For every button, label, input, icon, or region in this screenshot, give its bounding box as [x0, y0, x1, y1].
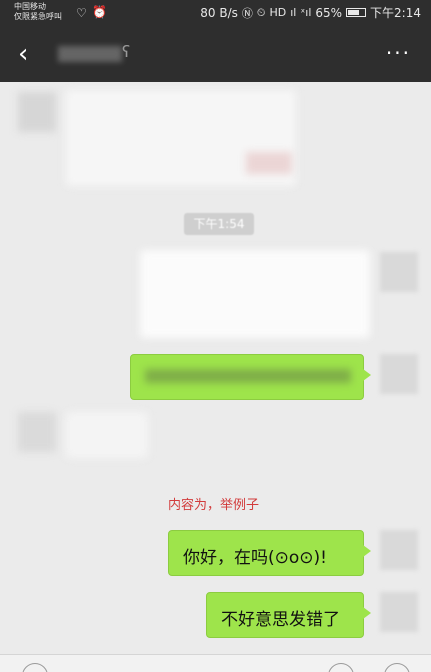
no-signal-icon: ˣıl [300, 6, 312, 19]
timestamp-chip: 下午1:54 [184, 213, 254, 235]
battery-icon [346, 8, 367, 17]
my-avatar [380, 530, 418, 570]
alarm-clock-icon: ⏲ [256, 5, 266, 19]
carrier-info: 中国移动 仅限紧急呼叫 [14, 2, 62, 22]
status-bar: 中国移动 仅限紧急呼叫 ♡ ⏰ 80 B/s Ⓝ ⏲ HD ıl ˣıl 65%… [0, 0, 431, 26]
status-indicators: 80 B/s Ⓝ ⏲ HD ıl ˣıl 65% 下午2:14 [200, 4, 421, 21]
nfc-icon: Ⓝ [241, 6, 253, 20]
clock: 下午2:14 [370, 6, 421, 20]
alarm-icon: ⏰ [92, 5, 107, 19]
message-text: 你好，在吗(⊙o⊙)! [183, 548, 327, 568]
network-speed: 80 B/s [200, 5, 238, 20]
card-thumbnail-blurred [246, 152, 292, 174]
hd-icon: HD [269, 6, 287, 19]
battery-percent: 65% [315, 5, 343, 20]
voice-toggle-icon[interactable] [22, 663, 48, 672]
incoming-bubble-blurred[interactable] [66, 412, 148, 458]
chat-header: ‹ ʕ ··· [0, 26, 431, 82]
ear-icon: ʕ [122, 42, 131, 61]
outgoing-message-bubble[interactable]: 不好意思发错了 [206, 592, 371, 638]
bubble-content-blurred [145, 369, 351, 383]
more-icon: ··· [385, 41, 411, 65]
heart-icon: ♡ [76, 6, 87, 20]
my-avatar-blurred-2 [380, 354, 418, 394]
emoji-icon[interactable] [328, 663, 354, 672]
carrier-status: 仅限紧急呼叫 [14, 12, 62, 21]
plus-icon[interactable] [384, 663, 410, 672]
input-toolbar [0, 654, 431, 672]
signal-icon: ıl [290, 6, 297, 19]
back-arrow-icon: ‹ [18, 39, 29, 69]
outgoing-message-bubble[interactable]: 你好，在吗(⊙o⊙)! [168, 530, 371, 576]
more-options-button[interactable]: ··· [386, 40, 411, 66]
chat-area[interactable]: 下午1:54 内容为，举例子 你好，在吗(⊙o⊙)! 不好意思发错了 [0, 82, 431, 672]
back-button[interactable]: ‹ [18, 39, 44, 69]
contact-name-blurred [58, 46, 122, 62]
my-avatar-blurred [380, 252, 418, 292]
outgoing-card-blurred[interactable] [140, 250, 370, 338]
incoming-avatar-blurred [18, 412, 56, 452]
message-text: 不好意思发错了 [221, 610, 340, 630]
my-avatar [380, 592, 418, 632]
carrier-name: 中国移动 [14, 2, 46, 11]
outgoing-bubble-blurred[interactable] [130, 354, 371, 400]
annotation-text: 内容为，举例子 [168, 498, 260, 513]
avatar-blurred [18, 92, 56, 132]
